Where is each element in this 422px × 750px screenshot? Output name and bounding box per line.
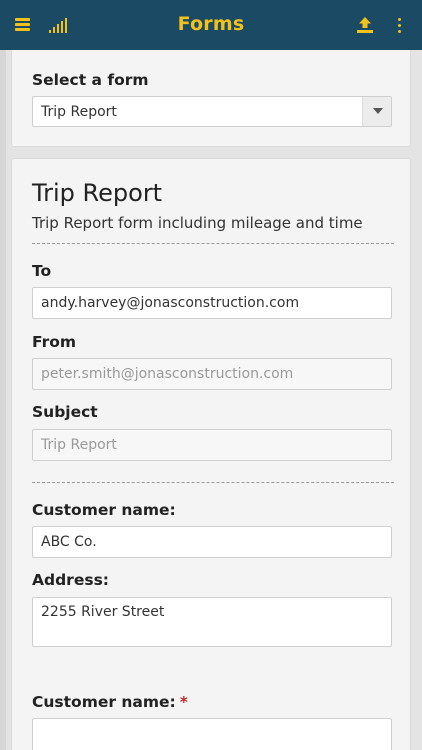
section-divider	[32, 482, 394, 483]
selected-form-value: Trip Report	[41, 104, 117, 120]
customer-name-required-label: Customer name: *	[32, 693, 188, 711]
chevron-down-icon	[373, 108, 383, 114]
subject-field[interactable]: Trip Report	[32, 429, 392, 461]
from-field[interactable]: peter.smith@jonasconstruction.com	[32, 358, 392, 390]
customer-name-required-text: Customer name:	[32, 693, 176, 711]
select-form-label: Select a form	[32, 71, 149, 89]
section-divider	[32, 243, 394, 244]
required-marker: *	[179, 693, 188, 711]
upload-icon[interactable]	[356, 16, 374, 34]
customer-name-required-field[interactable]	[32, 718, 392, 750]
customer-name-label: Customer name:	[32, 501, 176, 519]
dropdown-button[interactable]	[362, 97, 391, 126]
app-toolbar: Forms	[0, 0, 422, 50]
subject-label: Subject	[32, 403, 98, 421]
form-select-dropdown[interactable]: Trip Report	[32, 96, 392, 127]
form-description: Trip Report form including mileage and t…	[32, 214, 363, 232]
form-title: Trip Report	[32, 179, 163, 207]
more-vertical-icon[interactable]	[398, 18, 402, 33]
address-field[interactable]: 2255 River Street	[32, 597, 392, 647]
side-edge	[0, 50, 6, 750]
customer-name-field[interactable]: ABC Co.	[32, 526, 392, 558]
from-label: From	[32, 333, 77, 351]
trip-report-form-card: Trip Report Trip Report form including m…	[11, 158, 411, 750]
to-label: To	[32, 262, 52, 280]
address-label: Address:	[32, 571, 109, 589]
form-selector-card: Select a form Trip Report	[11, 50, 411, 147]
to-field[interactable]: andy.harvey@jonasconstruction.com	[32, 287, 392, 319]
